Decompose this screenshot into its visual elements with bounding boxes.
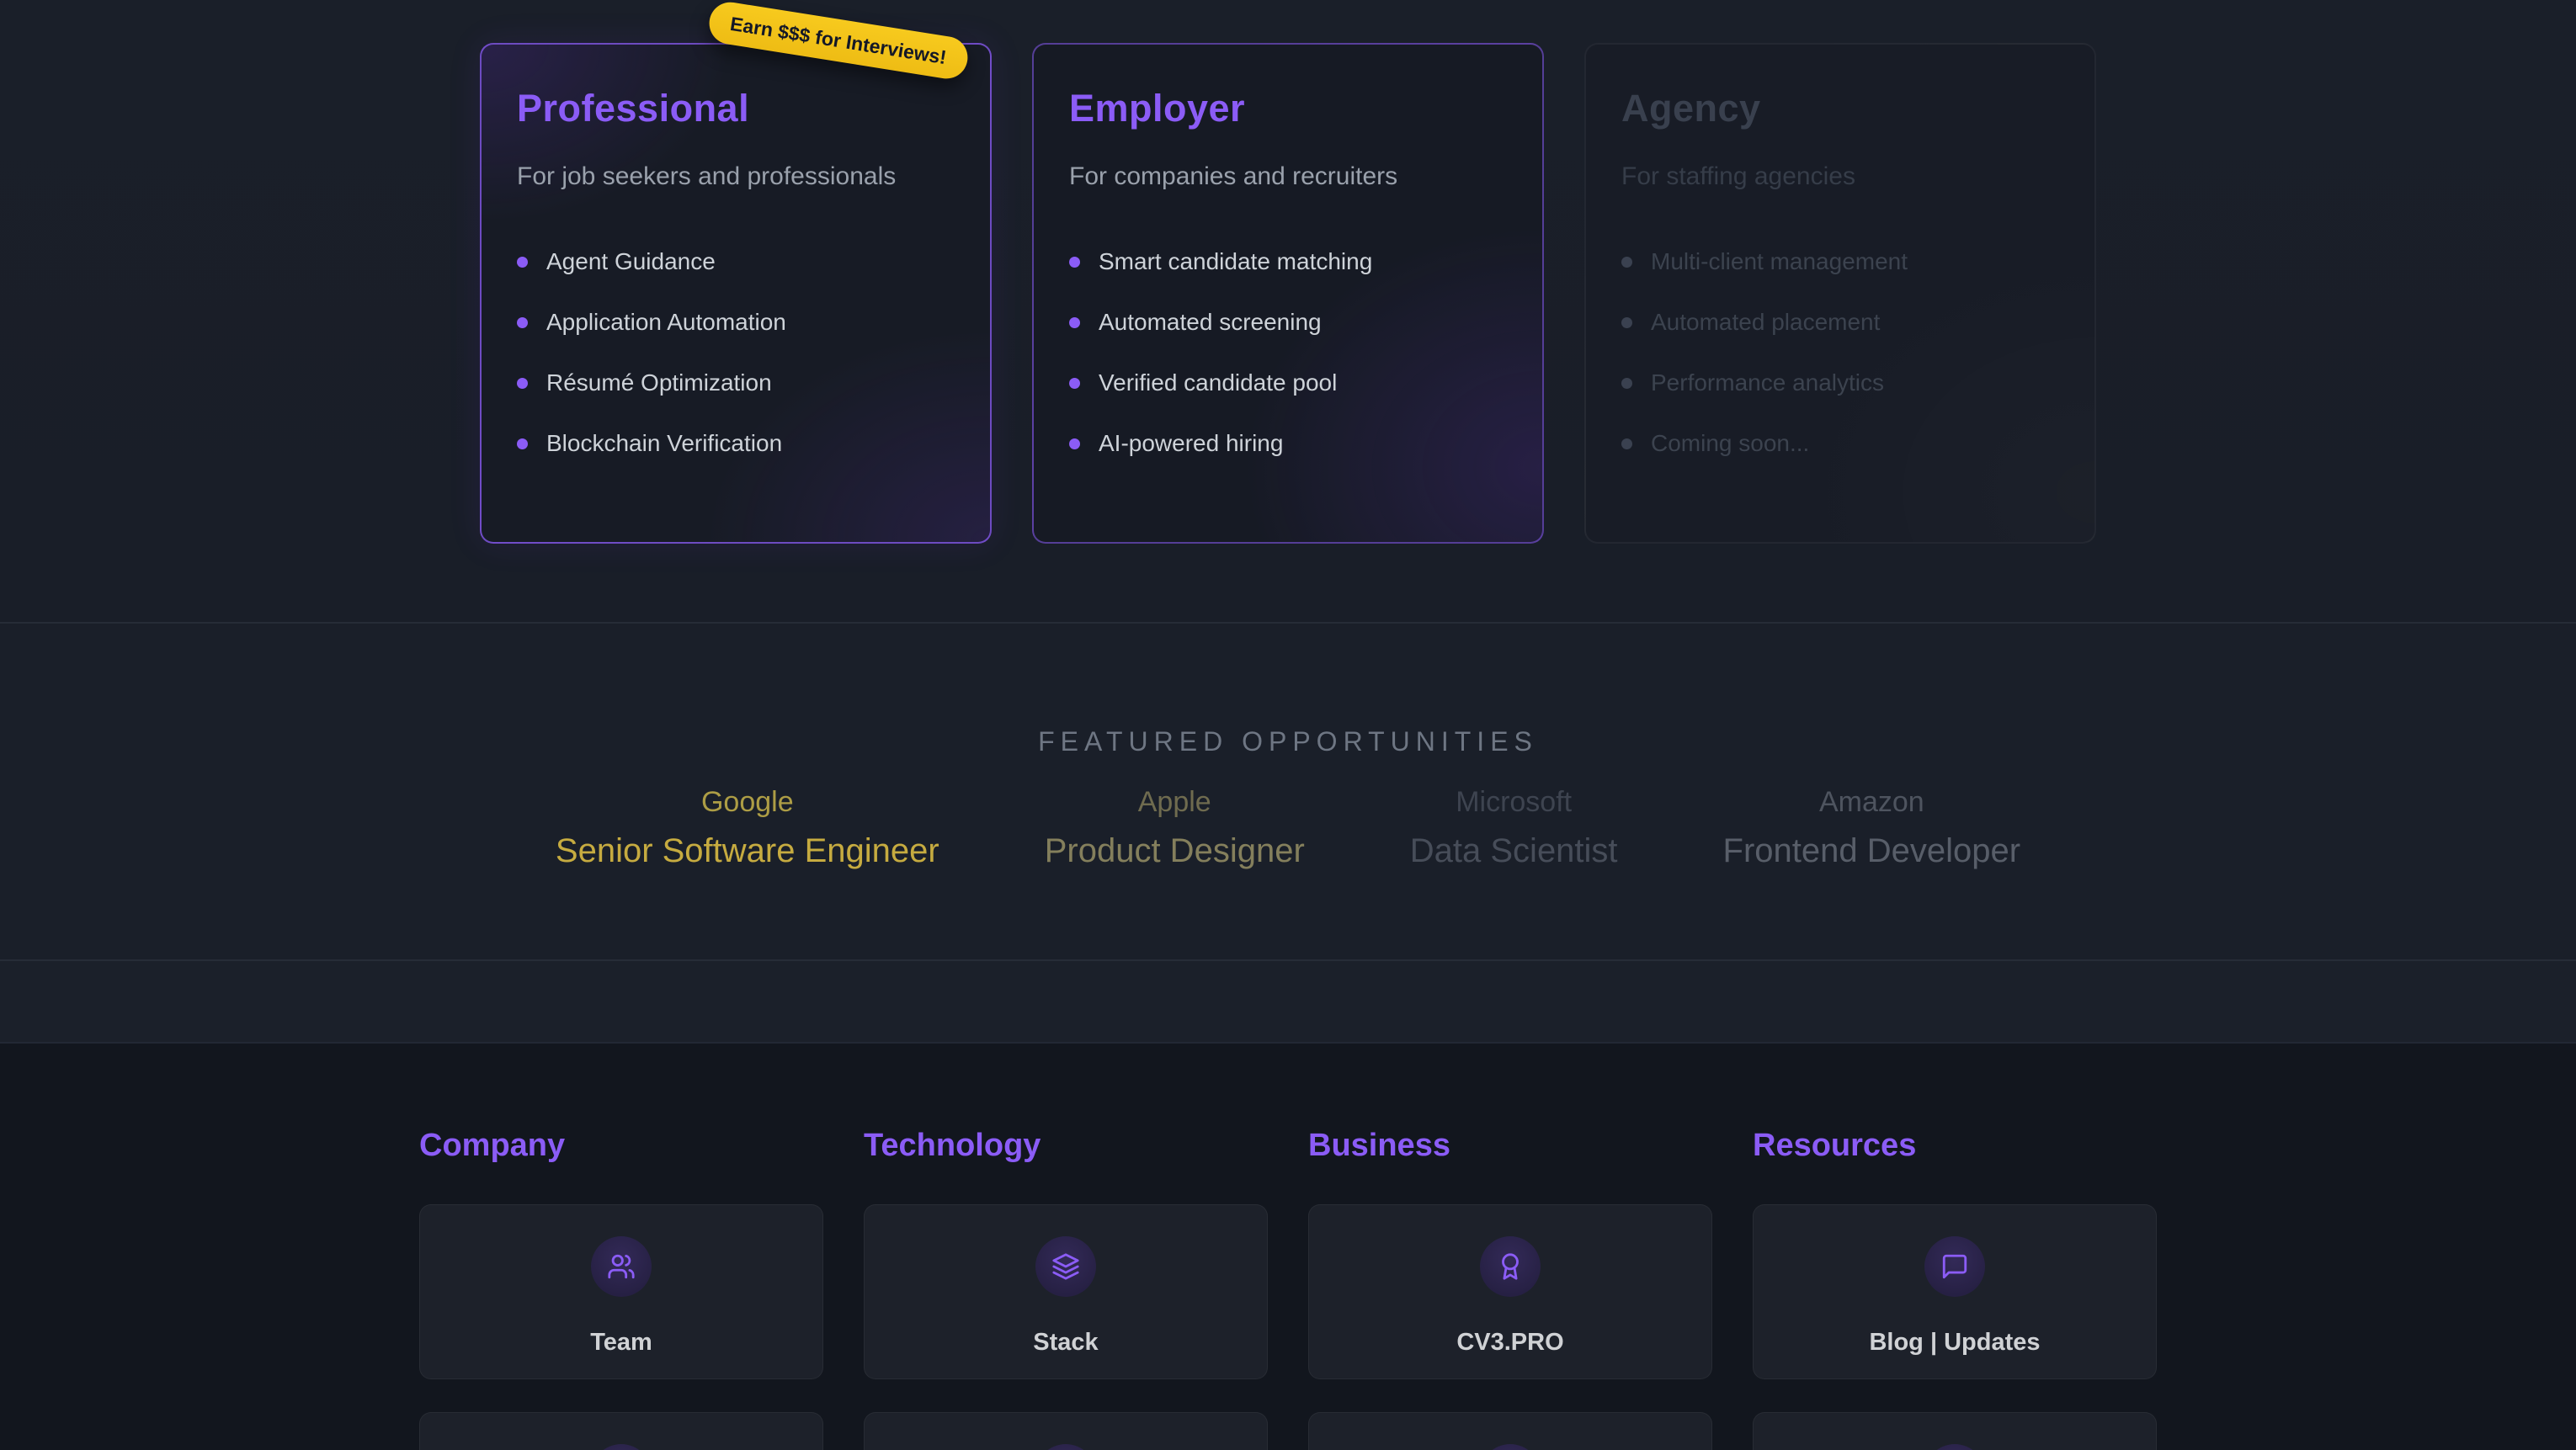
bullet-dot-icon: [1621, 257, 1632, 268]
plan-title: Agency: [1621, 87, 2059, 130]
job-title: Senior Software Engineer: [556, 832, 939, 870]
job-company: Microsoft: [1410, 786, 1618, 819]
featured-opportunities-section: FEATURED OPPORTUNITIES Google Senior Sof…: [0, 624, 2576, 961]
job-title: Data Scientist: [1410, 832, 1618, 870]
message-square-icon: [1924, 1236, 1985, 1297]
plan-feature: Automated placement: [1621, 311, 2059, 334]
job-company: Apple: [1045, 786, 1305, 819]
plan-card-professional[interactable]: Earn $$$ for Interviews! Professional Fo…: [480, 43, 992, 544]
plan-feature-list: Agent Guidance Application Automation Ré…: [517, 250, 955, 455]
footer-column-heading: Resources: [1753, 1128, 2157, 1164]
featured-job-google[interactable]: Google Senior Software Engineer: [556, 786, 939, 870]
footer-card-partial[interactable]: [1308, 1412, 1712, 1450]
footer-grid: Company Team Technology: [419, 1044, 2157, 1450]
featured-job-amazon[interactable]: Amazon Frontend Developer: [1723, 786, 2021, 870]
plan-feature-list: Smart candidate matching Automated scree…: [1069, 250, 1507, 455]
plan-title: Employer: [1069, 87, 1507, 130]
footer-column-company: Company Team: [419, 1128, 823, 1450]
footer-card-cv3pro[interactable]: CV3.PRO: [1308, 1204, 1712, 1379]
icon-circle: [1035, 1444, 1096, 1450]
footer-column-heading: Technology: [864, 1128, 1268, 1164]
plan-title: Professional: [517, 87, 955, 130]
icon-circle: [1480, 1444, 1541, 1450]
plan-feature: Multi-client management: [1621, 250, 2059, 274]
bullet-dot-icon: [1621, 317, 1632, 328]
plan-card-employer[interactable]: Employer For companies and recruiters Sm…: [1032, 43, 1544, 544]
plan-feature: AI-powered hiring: [1069, 432, 1507, 455]
plan-feature: Coming soon...: [1621, 432, 2059, 455]
footer-column-resources: Resources Blog | Updates: [1753, 1128, 2157, 1450]
layers-icon: [1035, 1236, 1096, 1297]
plans-section: Earn $$$ for Interviews! Professional Fo…: [0, 0, 2576, 624]
plan-description: For staffing agencies: [1621, 162, 2059, 191]
users-icon: [591, 1236, 652, 1297]
plan-feature: Agent Guidance: [517, 250, 955, 274]
footer-card-blog[interactable]: Blog | Updates: [1753, 1204, 2157, 1379]
footer-column-heading: Company: [419, 1128, 823, 1164]
footer-card-label: Stack: [1033, 1329, 1098, 1357]
job-title: Frontend Developer: [1723, 832, 2021, 870]
job-title: Product Designer: [1045, 832, 1305, 870]
footer-card-partial[interactable]: [1753, 1412, 2157, 1450]
featured-heading: FEATURED OPPORTUNITIES: [0, 624, 2576, 757]
plan-feature: Automated screening: [1069, 311, 1507, 334]
featured-jobs-row: Google Senior Software Engineer Apple Pr…: [0, 786, 2576, 870]
footer-card-label: Team: [590, 1329, 652, 1357]
bullet-dot-icon: [1069, 438, 1080, 449]
footer-column-heading: Business: [1308, 1128, 1712, 1164]
plan-feature-list: Multi-client management Automated placem…: [1621, 250, 2059, 455]
icon-circle: [591, 1444, 652, 1450]
featured-job-apple[interactable]: Apple Product Designer: [1045, 786, 1305, 870]
plan-feature: Blockchain Verification: [517, 432, 955, 455]
plan-feature: Résumé Optimization: [517, 371, 955, 395]
plan-feature: Smart candidate matching: [1069, 250, 1507, 274]
footer-card-label: CV3.PRO: [1456, 1329, 1563, 1357]
footer-card-partial[interactable]: [419, 1412, 823, 1450]
plans-row: Earn $$$ for Interviews! Professional Fo…: [0, 0, 2576, 544]
bullet-dot-icon: [1069, 257, 1080, 268]
bullet-dot-icon: [1621, 378, 1632, 389]
footer-card-team[interactable]: Team: [419, 1204, 823, 1379]
bullet-dot-icon: [517, 257, 528, 268]
footer-card-label: Blog | Updates: [1869, 1329, 2040, 1357]
plan-feature: Verified candidate pool: [1069, 371, 1507, 395]
icon-circle: [1924, 1444, 1985, 1450]
bullet-dot-icon: [517, 378, 528, 389]
footer-card-partial[interactable]: [864, 1412, 1268, 1450]
earn-for-interviews-badge: Earn $$$ for Interviews!: [705, 0, 970, 82]
bullet-dot-icon: [1069, 317, 1080, 328]
plan-description: For companies and recruiters: [1069, 162, 1507, 191]
site-footer: Company Team Technology: [0, 1044, 2576, 1450]
featured-job-microsoft[interactable]: Microsoft Data Scientist: [1410, 786, 1618, 870]
award-icon: [1480, 1236, 1541, 1297]
footer-column-technology: Technology Stack: [864, 1128, 1268, 1450]
bullet-dot-icon: [1621, 438, 1632, 449]
plan-feature: Application Automation: [517, 311, 955, 334]
bullet-dot-icon: [1069, 378, 1080, 389]
job-company: Google: [556, 786, 939, 819]
plan-feature: Performance analytics: [1621, 371, 2059, 395]
job-company: Amazon: [1723, 786, 2021, 819]
footer-column-business: Business CV3.PRO: [1308, 1128, 1712, 1450]
plan-description: For job seekers and professionals: [517, 162, 955, 191]
bullet-dot-icon: [517, 438, 528, 449]
bullet-dot-icon: [517, 317, 528, 328]
plan-card-agency: Agency For staffing agencies Multi-clien…: [1584, 43, 2096, 544]
footer-card-stack[interactable]: Stack: [864, 1204, 1268, 1379]
spacer-band: [0, 961, 2576, 1044]
